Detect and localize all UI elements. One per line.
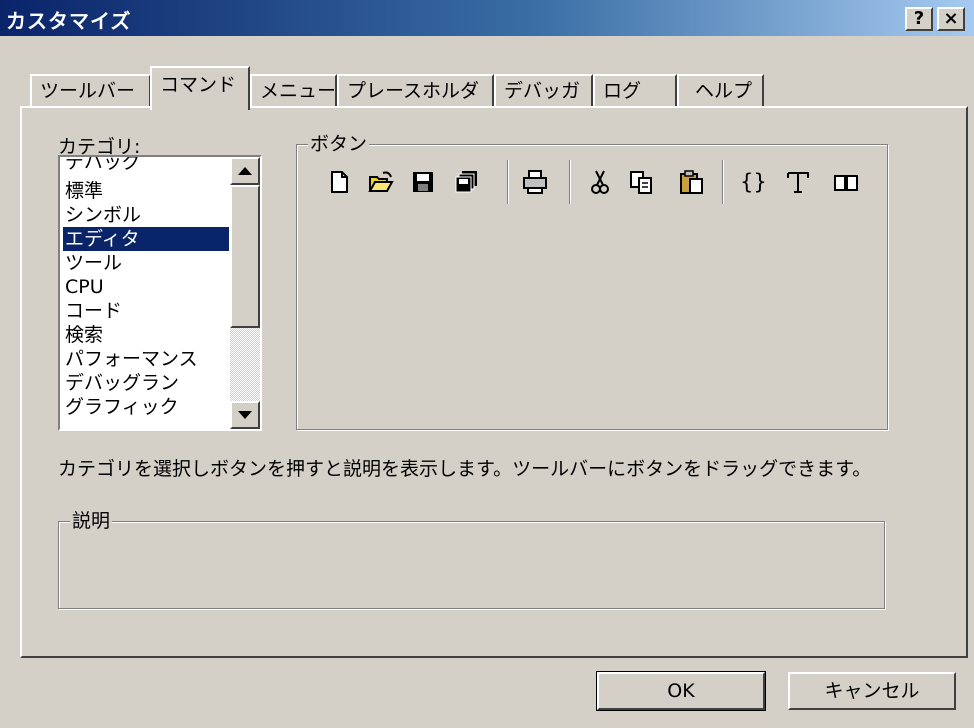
arrow-up-icon [238, 167, 252, 175]
category-item-graphic[interactable]: グラフィック [63, 395, 229, 419]
print-icon[interactable] [521, 168, 549, 196]
arrow-down-icon [238, 411, 252, 419]
toolbar-separator [722, 160, 724, 204]
cancel-button[interactable]: キャンセル [788, 672, 956, 710]
toolbar-separator [569, 160, 571, 204]
title-bar: カスタマイズ ? × [0, 0, 974, 36]
category-scrollbar[interactable] [230, 157, 260, 429]
hint-text: カテゴリを選択しボタンを押すと説明を表示します。ツールバーにボタンをドラッグでき… [58, 458, 872, 480]
paste-icon[interactable] [678, 168, 706, 196]
tab-menu[interactable]: メニュー [250, 74, 337, 108]
tab-commands[interactable]: コマンド [150, 66, 250, 110]
window-title: カスタマイズ [6, 9, 132, 33]
category-item-cpu[interactable]: CPU [63, 275, 229, 299]
save-icon[interactable] [409, 168, 437, 196]
description-group-title: 説明 [70, 510, 113, 532]
category-list[interactable]: デバッグ 標準 シンボル エディタ ツール CPU コード 検索 パフォーマンス… [58, 155, 262, 431]
cut-icon[interactable] [586, 168, 614, 196]
ok-button[interactable]: OK [596, 671, 766, 711]
scroll-up-button[interactable] [230, 157, 260, 185]
scroll-thumb[interactable] [230, 185, 260, 328]
toolbar-separator [507, 160, 509, 204]
scroll-down-button[interactable] [230, 401, 260, 429]
tab-log[interactable]: ログ [593, 74, 677, 108]
open-folder-icon[interactable] [367, 168, 395, 196]
text-format-icon[interactable] [784, 168, 812, 196]
book-icon[interactable] [832, 168, 860, 196]
tab-toolbar[interactable]: ツールバー [30, 74, 151, 108]
category-item-search[interactable]: 検索 [63, 323, 229, 347]
close-button[interactable]: × [937, 7, 965, 31]
tab-placeholder[interactable]: プレースホルダ [337, 74, 494, 108]
category-item-tools[interactable]: ツール [63, 251, 229, 275]
description-group [58, 521, 885, 609]
category-item-debug[interactable]: デバッグ [63, 157, 229, 179]
category-item-debug-run[interactable]: デバッグラン [63, 371, 229, 395]
help-button[interactable]: ? [905, 7, 933, 31]
new-file-icon[interactable] [325, 168, 353, 196]
buttons-group-title: ボタン [308, 133, 370, 155]
save-all-icon[interactable] [452, 168, 480, 196]
category-item-code[interactable]: コード [63, 299, 229, 323]
category-item-editor[interactable]: エディタ [63, 227, 229, 251]
category-item-performance[interactable]: パフォーマンス [63, 347, 229, 371]
category-item-standard[interactable]: 標準 [63, 179, 229, 203]
tab-debugger[interactable]: デバッガ [494, 74, 593, 108]
copy-icon[interactable] [627, 168, 655, 196]
category-item-symbol[interactable]: シンボル [63, 203, 229, 227]
braces-icon[interactable]: {} [740, 170, 767, 194]
tab-help[interactable]: ヘルプ [677, 74, 764, 108]
